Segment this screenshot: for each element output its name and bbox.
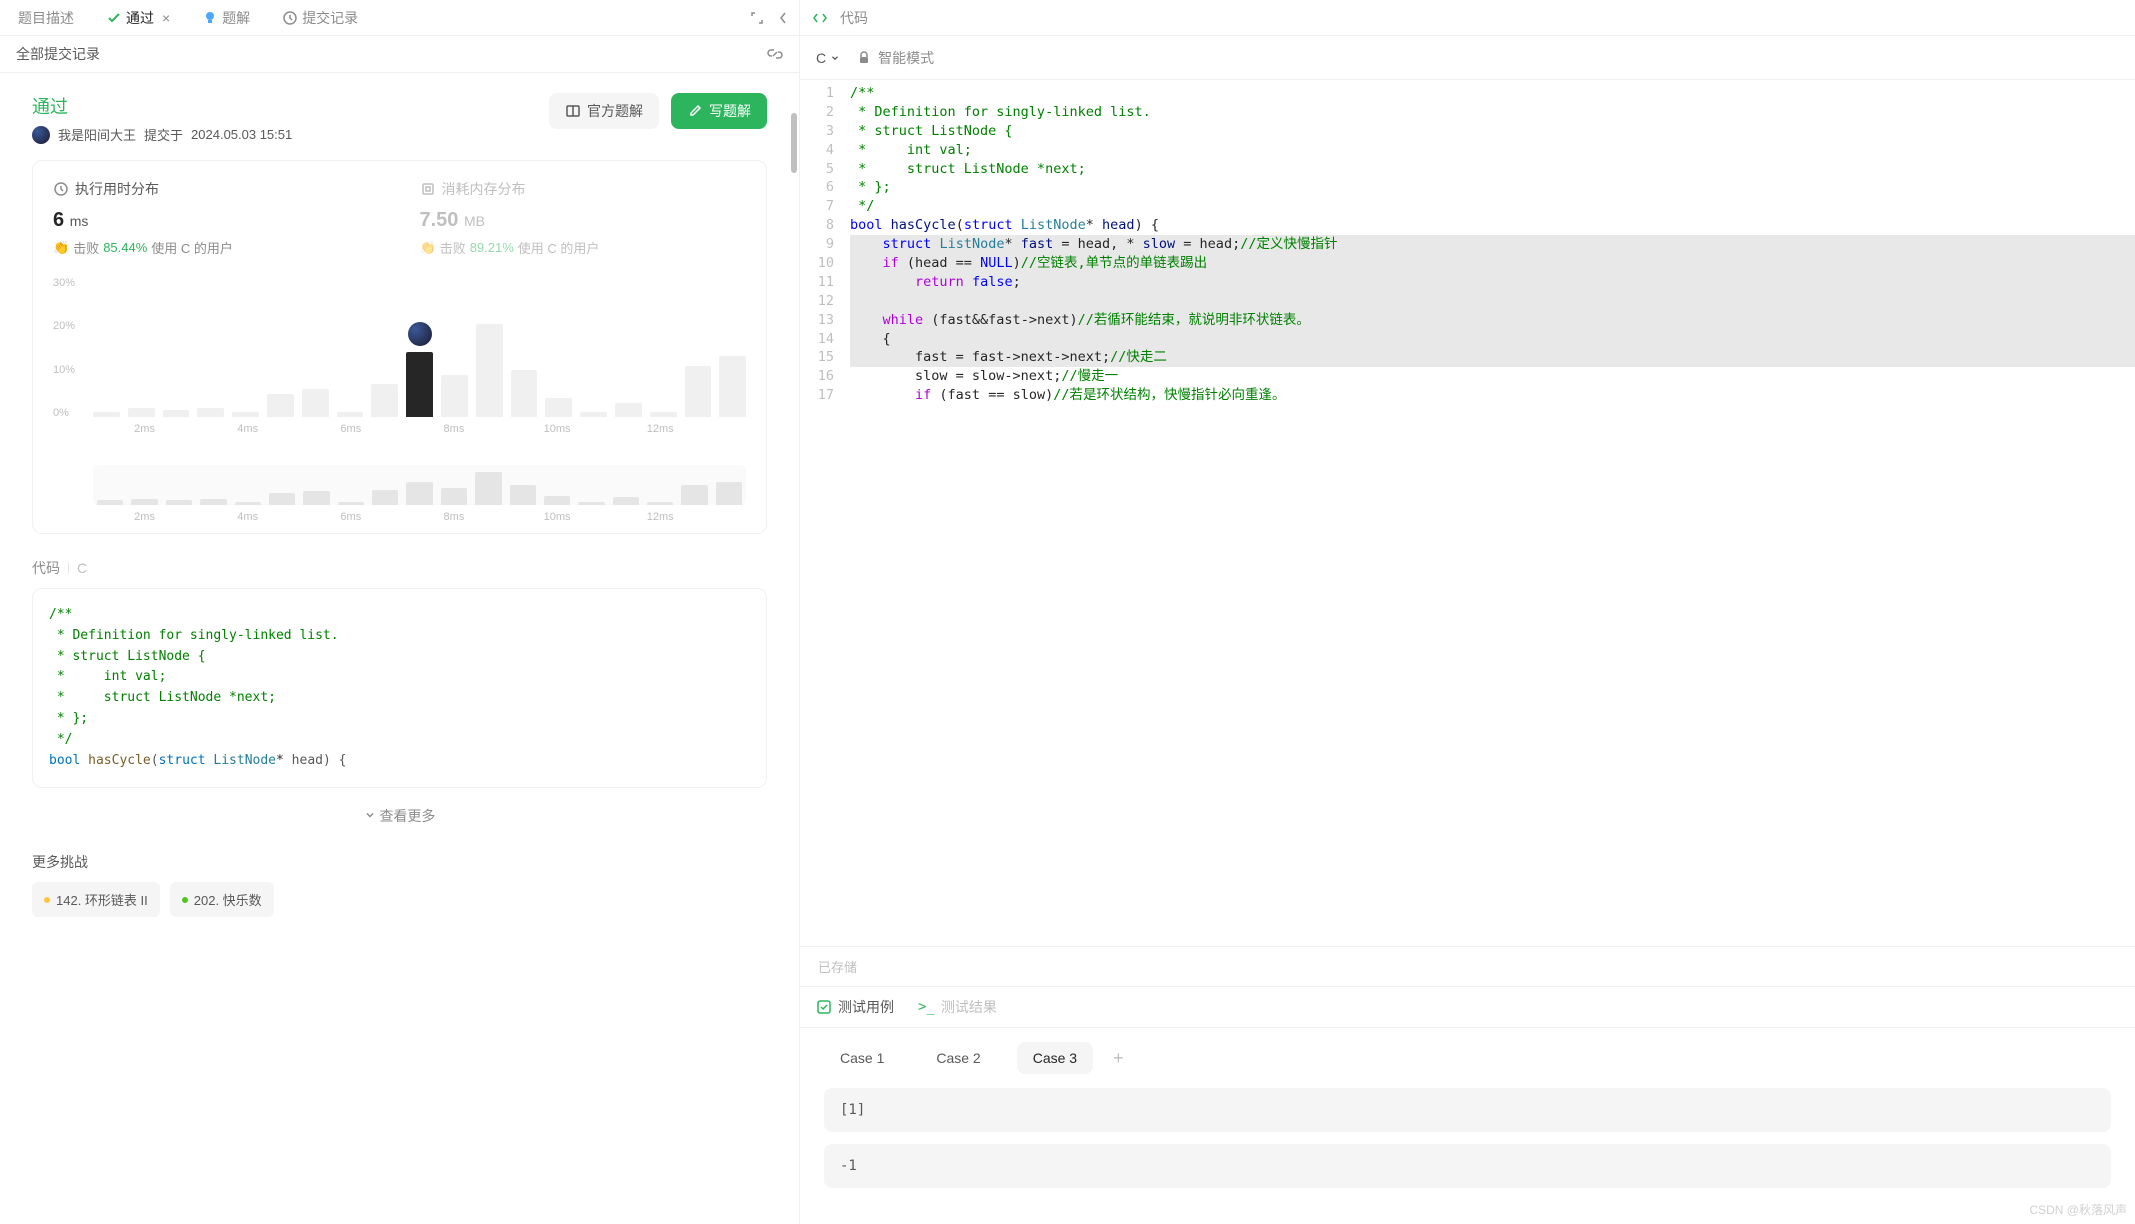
chart-bar[interactable] bbox=[650, 412, 677, 417]
mem-beat-pct: 89.21% bbox=[470, 240, 514, 255]
code-section-title: 代码 C bbox=[32, 558, 767, 578]
smart-mode[interactable]: 智能模式 bbox=[856, 48, 934, 68]
expand-icon[interactable] bbox=[749, 10, 765, 26]
user-name[interactable]: 我是阳间大王 bbox=[58, 125, 136, 144]
add-case-button[interactable]: + bbox=[1113, 1048, 1124, 1069]
test-result-tab[interactable]: >_ 测试结果 bbox=[918, 997, 997, 1017]
chart-bar[interactable] bbox=[302, 389, 329, 417]
right-tabs: 代码 bbox=[800, 0, 2135, 36]
chart-bar[interactable] bbox=[545, 398, 572, 417]
submitted-at: 2024.05.03 15:51 bbox=[191, 127, 292, 142]
scrollbar[interactable] bbox=[791, 113, 797, 173]
chart-bar[interactable] bbox=[441, 375, 468, 417]
chart-bar[interactable] bbox=[267, 394, 294, 417]
chart-bar[interactable] bbox=[580, 412, 607, 417]
close-icon[interactable]: × bbox=[162, 10, 170, 26]
see-more-button[interactable]: 查看更多 bbox=[32, 800, 767, 832]
clock-icon bbox=[53, 181, 69, 197]
runtime-mini-chart: 2ms4ms6ms8ms10ms12ms bbox=[53, 465, 746, 515]
chart-bar[interactable] bbox=[406, 352, 433, 417]
check-square-icon bbox=[816, 999, 832, 1015]
bulb-icon bbox=[202, 10, 218, 26]
chart-bar[interactable] bbox=[719, 356, 746, 417]
chart-bar[interactable] bbox=[476, 324, 503, 417]
tab-solution[interactable]: 题解 bbox=[192, 2, 260, 34]
challenge-chip[interactable]: 202. 快乐数 bbox=[170, 882, 274, 917]
lock-icon bbox=[856, 50, 872, 66]
chart-bar[interactable] bbox=[163, 410, 190, 417]
stats-card: 执行用时分布 6 ms 👏 击败 85.44% 使用 C 的用户 bbox=[32, 160, 767, 534]
sub-header-title: 全部提交记录 bbox=[16, 44, 100, 64]
chart-bar[interactable] bbox=[232, 412, 259, 417]
collapse-icon[interactable] bbox=[775, 10, 791, 26]
sub-header: 全部提交记录 bbox=[0, 36, 799, 73]
chart-bar[interactable] bbox=[511, 370, 538, 417]
check-icon bbox=[106, 10, 122, 26]
test-case-tab[interactable]: Case 1 bbox=[824, 1042, 900, 1074]
code-preview: /** * Definition for singly-linked list.… bbox=[32, 588, 767, 788]
chart-bar[interactable] bbox=[685, 366, 712, 417]
code-icon bbox=[812, 10, 828, 26]
mem-label: 消耗内存分布 bbox=[420, 179, 747, 199]
tab-description[interactable]: 题目描述 bbox=[8, 2, 84, 34]
history-icon bbox=[282, 10, 298, 26]
test-case-tab[interactable]: Case 2 bbox=[920, 1042, 996, 1074]
chart-bar[interactable] bbox=[93, 412, 120, 417]
chart-bar[interactable] bbox=[197, 408, 224, 417]
book-icon bbox=[565, 103, 581, 119]
edit-icon bbox=[687, 103, 703, 119]
chevron-down-icon bbox=[830, 53, 840, 63]
chart-bar[interactable] bbox=[371, 384, 398, 417]
watermark: CSDN @秋落风声 bbox=[2029, 1201, 2127, 1218]
highlight-marker bbox=[408, 322, 432, 346]
saved-status: 已存储 bbox=[800, 946, 2135, 986]
mem-value: 7.50 bbox=[420, 209, 459, 231]
memory-icon bbox=[420, 181, 436, 197]
left-tabs: 题目描述 通过× 题解 提交记录 bbox=[0, 0, 799, 36]
chevron-down-icon bbox=[364, 809, 376, 821]
time-value: 6 bbox=[53, 209, 64, 231]
status-title: 通过 bbox=[32, 93, 292, 119]
time-label: 执行用时分布 bbox=[53, 179, 380, 199]
tab-history[interactable]: 提交记录 bbox=[272, 2, 368, 34]
write-solution-button[interactable]: 写题解 bbox=[671, 93, 767, 129]
time-beat-pct: 85.44% bbox=[103, 240, 147, 255]
test-input-2[interactable]: -1 bbox=[824, 1144, 2111, 1188]
code-editor[interactable]: 1/**2 * Definition for singly-linked lis… bbox=[800, 80, 2135, 946]
language-selector[interactable]: C bbox=[816, 50, 840, 66]
more-challenges-title: 更多挑战 bbox=[32, 852, 767, 872]
test-cases-tab[interactable]: 测试用例 bbox=[816, 997, 894, 1017]
runtime-chart: 30%20%10%0% 2ms4ms6ms8ms10ms12ms bbox=[53, 277, 746, 457]
test-case-tab[interactable]: Case 3 bbox=[1017, 1042, 1093, 1074]
submitted-prefix: 提交于 bbox=[144, 125, 183, 144]
challenge-chip[interactable]: 142. 环形链表 II bbox=[32, 882, 160, 917]
test-input-1[interactable]: [1] bbox=[824, 1088, 2111, 1132]
link-icon[interactable] bbox=[767, 46, 783, 62]
chart-bar[interactable] bbox=[128, 408, 155, 417]
official-solution-button[interactable]: 官方题解 bbox=[549, 93, 659, 129]
tab-pass[interactable]: 通过× bbox=[96, 2, 180, 34]
chart-bar[interactable] bbox=[615, 403, 642, 417]
avatar[interactable] bbox=[32, 126, 50, 144]
chart-bar[interactable] bbox=[337, 412, 364, 417]
